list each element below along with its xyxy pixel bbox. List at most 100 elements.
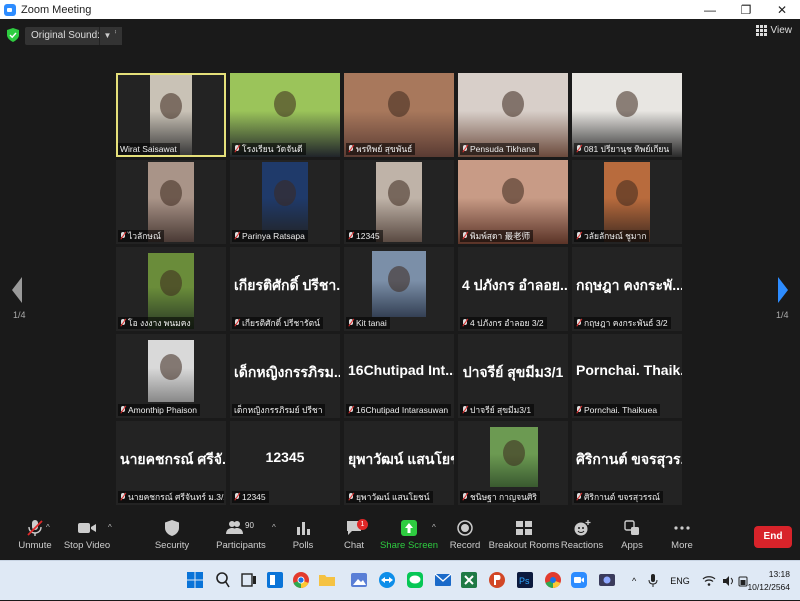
- muted-mic-icon: [576, 232, 582, 240]
- participant-tile[interactable]: 081 ปรียานุช ทิพย์เกียน: [572, 73, 682, 157]
- participant-tile[interactable]: Parinya Ratsapa: [230, 160, 340, 244]
- participant-name-caption: นายคชกรณ์ ศรีจันทร์ ม.3/2 เ...: [118, 491, 224, 503]
- participant-tile[interactable]: พรทิพย์ สุขพันธ์: [344, 73, 454, 157]
- participant-tile[interactable]: Wirat Saisawat: [116, 73, 226, 157]
- muted-mic-icon: [120, 493, 126, 501]
- file-explorer-icon[interactable]: [318, 571, 336, 589]
- participant-name-caption: Parinya Ratsapa: [232, 230, 308, 242]
- stop-video-button[interactable]: Stop Video ^: [52, 519, 122, 559]
- view-button[interactable]: View: [755, 25, 792, 36]
- chat-unread-badge: 1: [357, 519, 368, 530]
- participant-tile[interactable]: 12345 12345: [230, 421, 340, 505]
- record-label: Record: [449, 540, 481, 551]
- muted-mic-icon: [348, 493, 354, 501]
- chrome-profile-icon[interactable]: [544, 571, 562, 589]
- volume-icon[interactable]: [722, 575, 734, 587]
- wifi-icon[interactable]: [702, 575, 716, 587]
- participants-icon: 90: [226, 521, 254, 534]
- muted-mic-icon: [576, 406, 582, 414]
- teamviewer-icon[interactable]: [378, 571, 396, 589]
- muted-mic-icon: [462, 232, 468, 240]
- participant-tile[interactable]: ปาจรีย์ สุขมีม3/1 ปาจรีย์ สุขมีม3/1: [458, 334, 568, 418]
- powerpoint-icon[interactable]: [488, 571, 506, 589]
- more-button[interactable]: More: [647, 519, 717, 559]
- windows-start-icon[interactable]: [186, 571, 204, 589]
- participant-display-name: 12345: [265, 449, 305, 465]
- clock-time: 13:18: [768, 569, 790, 579]
- participant-name-caption: Amonthip Phaison: [118, 404, 200, 416]
- video-options-caret-icon[interactable]: ^: [108, 523, 112, 532]
- audio-options-caret-icon[interactable]: ^: [46, 523, 50, 532]
- photoshop-icon[interactable]: Ps: [516, 571, 534, 589]
- excel-icon[interactable]: [460, 571, 478, 589]
- encryption-shield-icon[interactable]: [7, 28, 19, 42]
- muted-mic-icon: [234, 232, 240, 240]
- participant-video: [372, 251, 426, 317]
- battery-icon[interactable]: [738, 575, 748, 587]
- input-language[interactable]: ENG: [670, 576, 690, 586]
- line-app-icon[interactable]: [406, 571, 424, 589]
- participant-name: โอ งงงาง พนมคง: [128, 318, 191, 328]
- participant-tile[interactable]: ไวลักษณ์: [116, 160, 226, 244]
- end-meeting-button[interactable]: End: [754, 526, 792, 548]
- muted-mic-icon: [576, 493, 582, 501]
- participant-tile[interactable]: Amonthip Phaison: [116, 334, 226, 418]
- participant-tile[interactable]: เกียรติศักดิ์ ปรีชา... เกียรติศักดิ์ ปรีช…: [230, 247, 340, 331]
- participant-tile[interactable]: โรงเรียน วัดจันดี: [230, 73, 340, 157]
- participant-name-caption: Pensuda Tikhana: [460, 143, 539, 155]
- participant-tile[interactable]: 12345: [344, 160, 454, 244]
- widgets-icon[interactable]: [266, 571, 284, 589]
- participant-tile[interactable]: 4 ปภังกร อำลอย... 4 ปภังกร อำลอย 3/2: [458, 247, 568, 331]
- close-button[interactable]: ✕: [764, 3, 800, 17]
- participant-tile[interactable]: ยุพาวัฒน์ แสนโยชน์ยุพาวัฒน์ แสนโยชน์: [344, 421, 454, 505]
- participant-tile[interactable]: 16Chutipad Int... 16Chutipad Intarasuwan: [344, 334, 454, 418]
- chrome-icon[interactable]: [292, 571, 310, 589]
- muted-microphone-icon: [27, 520, 43, 536]
- participant-tile[interactable]: เด็กหญิงกรรภิรม... เด็กหญิงกรรภิรมย์ ปรีช…: [230, 334, 340, 418]
- participant-tile[interactable]: วลัยลักษณ์ ชูมาก: [572, 160, 682, 244]
- participant-tile[interactable]: ศิริกานต์ ขจรสุวร... ศิริกานต์ ขจรสุวรรณ์: [572, 421, 682, 505]
- stop-video-label: Stop Video: [63, 540, 111, 551]
- participant-tile[interactable]: โอ งงงาง พนมคง: [116, 247, 226, 331]
- clock-date: 10/12/2564: [747, 582, 790, 592]
- muted-mic-icon: [234, 319, 240, 327]
- original-sound-dropdown[interactable]: ▼: [99, 27, 115, 45]
- participant-name: ศิริกานต์ ขจรสุวรรณ์: [584, 492, 660, 502]
- next-page-arrow-icon[interactable]: [776, 275, 790, 305]
- participant-display-name: ยุพาวัฒน์ แสนโยชน์: [348, 451, 454, 467]
- participant-tile[interactable]: Pensuda Tikhana: [458, 73, 568, 157]
- chat-label: Chat: [343, 540, 365, 551]
- security-button[interactable]: Security: [137, 519, 207, 559]
- participant-display-name: เด็กหญิงกรรภิรม...: [234, 364, 340, 380]
- participant-tile[interactable]: Pornchai. Thaik... Pornchai. Thaikuea: [572, 334, 682, 418]
- image-viewer-icon[interactable]: [350, 571, 368, 589]
- participant-tile[interactable]: Kit tanai: [344, 247, 454, 331]
- participant-name: พรทิพย์ สุขพันธ์: [356, 144, 413, 154]
- participant-name-caption: โอ งงงาง พนมคง: [118, 317, 194, 329]
- more-label: More: [671, 540, 693, 551]
- participant-name-caption: กฤษฎา คงกระพันธ์ 3/2: [574, 317, 671, 329]
- restore-button[interactable]: ❐: [728, 3, 764, 17]
- mail-icon[interactable]: [434, 571, 452, 589]
- participant-name: วลัยลักษณ์ ชูมาก: [584, 231, 647, 241]
- camera-app-icon[interactable]: [598, 571, 616, 589]
- task-view-icon[interactable]: [240, 571, 258, 589]
- participant-name-caption: เด็กหญิงกรรภิรมย์ ปรีชา: [232, 404, 326, 416]
- participants-count: 90: [245, 521, 254, 530]
- search-icon[interactable]: [214, 571, 232, 589]
- participant-tile[interactable]: นายคชกรณ์ ศรีจั... นายคชกรณ์ ศรีจันทร์ ม.…: [116, 421, 226, 505]
- participant-tile[interactable]: กฤษฎา คงกระพั... กฤษฎา คงกระพันธ์ 3/2: [572, 247, 682, 331]
- participant-display-name: Pornchai. Thaik...: [576, 362, 682, 378]
- previous-page-arrow-icon[interactable]: [10, 275, 24, 305]
- participant-name: ยุพาวัฒน์ แสนโยชน์: [356, 492, 430, 502]
- muted-mic-icon: [348, 232, 354, 240]
- participant-tile[interactable]: ชนิษฐา กาญจนศิริ: [458, 421, 568, 505]
- participant-tile[interactable]: พิมพ์สุดา 最老师: [458, 160, 568, 244]
- minimize-button[interactable]: —: [692, 3, 728, 17]
- zoom-taskbar-icon[interactable]: [570, 571, 588, 589]
- tray-overflow-caret-icon[interactable]: ^: [632, 576, 636, 586]
- participant-name: Pensuda Tikhana: [470, 144, 536, 154]
- svg-text:Ps: Ps: [519, 576, 530, 586]
- taskbar-clock[interactable]: 13:18 10/12/2564: [747, 568, 790, 594]
- microphone-tray-icon[interactable]: [648, 574, 658, 588]
